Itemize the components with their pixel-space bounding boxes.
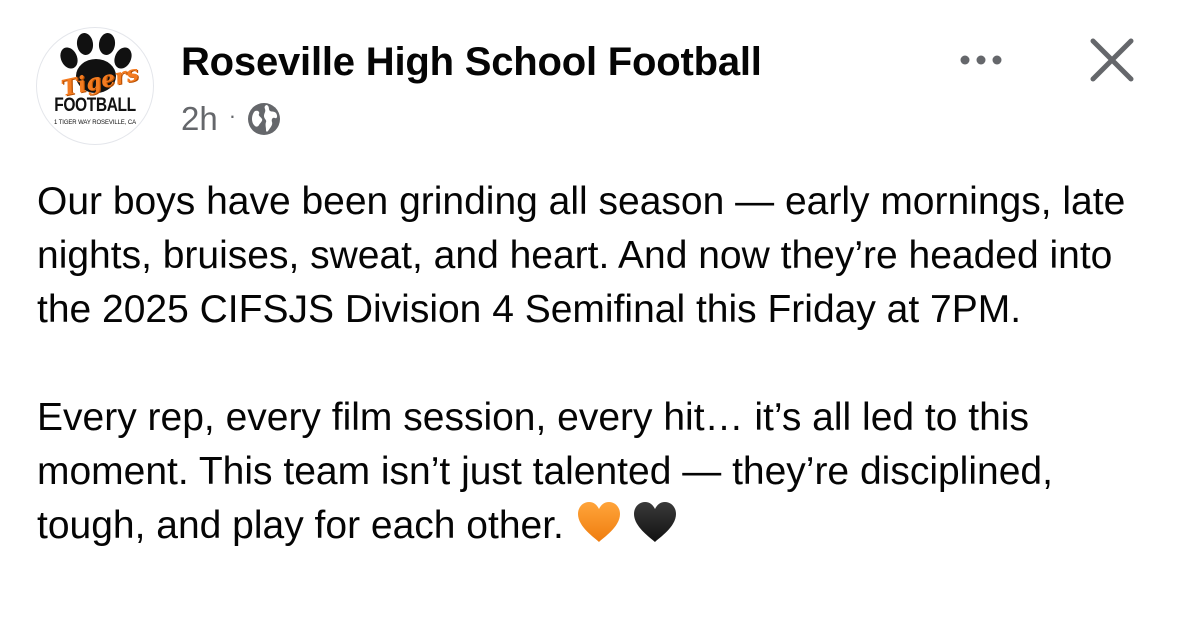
logo-football-text: FOOTBALL: [54, 95, 136, 116]
meta-separator: ·: [228, 103, 237, 128]
post-body: Our boys have been grinding all season —…: [37, 175, 1157, 553]
page-name-link[interactable]: Roseville High School Football: [181, 38, 762, 86]
post-paragraph: Our boys have been grinding all season —…: [37, 180, 1126, 331]
black-heart-icon: [631, 500, 679, 544]
facebook-post: Tigers FOOTBALL 1 TIGER WAY ROSEVILLE, C…: [0, 0, 1179, 621]
post-meta: 2h ·: [181, 97, 282, 141]
more-dots-icon: [960, 55, 1002, 65]
orange-heart-icon: [575, 500, 623, 544]
post-paragraph-text: Every rep, every film session, every hit…: [37, 396, 1053, 547]
close-button[interactable]: [1084, 32, 1140, 88]
post-timestamp[interactable]: 2h: [181, 100, 218, 138]
close-icon: [1090, 38, 1134, 82]
post-paragraph: Every rep, every film session, every hit…: [37, 391, 1157, 553]
logo-address-text: 1 TIGER WAY ROSEVILLE, CA: [54, 120, 136, 126]
page-avatar[interactable]: Tigers FOOTBALL 1 TIGER WAY ROSEVILLE, C…: [36, 27, 154, 145]
more-options-button[interactable]: [951, 40, 1011, 80]
globe-icon[interactable]: [246, 101, 282, 137]
